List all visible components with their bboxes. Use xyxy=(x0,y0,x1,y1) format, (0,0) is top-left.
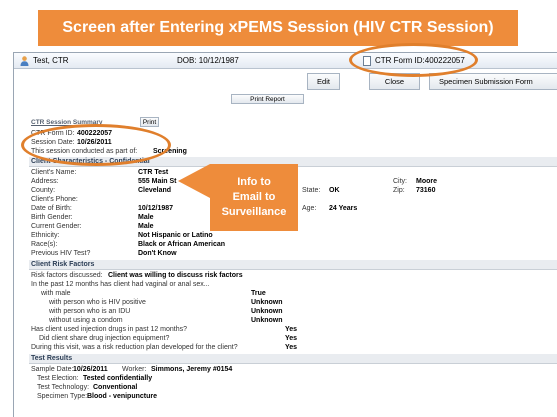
risk-discussed-value: Client was willing to discuss risk facto… xyxy=(108,272,243,279)
risk-plan-label: During this visit, was a risk reduction … xyxy=(31,344,238,351)
test-technology-label: Test Technology: xyxy=(37,384,90,391)
client-dob-value: 10/12/1987 xyxy=(138,205,174,212)
client-zip-value: 73160 xyxy=(416,187,436,194)
client-state-label: State: xyxy=(302,187,321,194)
slide-banner: Screen after Entering xPEMS Session (HIV… xyxy=(38,10,518,46)
client-phone-label: Client's Phone: xyxy=(31,196,78,203)
print-report-button[interactable]: Print Report xyxy=(231,94,304,104)
surveillance-callout: Info to Email to Surveillance xyxy=(210,164,298,231)
ethnicity-value: Not Hispanic or Latino xyxy=(138,232,213,239)
risk-hiv-positive-value: Unknown xyxy=(251,299,283,306)
risk-plan-value: Yes xyxy=(285,344,298,351)
risk-idu-label: with person who is an IDU xyxy=(49,308,131,315)
risk-condom-label: without using a condom xyxy=(49,317,123,324)
risk-with-male-value: True xyxy=(251,290,266,297)
risk-hiv-positive-row: with person who is HIV positive Unknown xyxy=(31,298,331,307)
client-age-label: Age: xyxy=(302,205,317,212)
client-risk-factors-header: Client Risk Factors xyxy=(29,260,557,270)
birth-gender-value: Male xyxy=(138,214,154,221)
test-technology-value: Conventional xyxy=(93,384,138,391)
risk-injection-row: Has client used injection drugs in past … xyxy=(31,325,331,334)
client-dob-label: Date of Birth: xyxy=(31,205,72,212)
client-city-value: Moore xyxy=(416,178,437,185)
risk-injection-label: Has client used injection drugs in past … xyxy=(31,326,188,333)
callout-arrow-shape xyxy=(178,164,210,198)
client-county-label: County: xyxy=(31,187,56,194)
callout-line-3: Surveillance xyxy=(221,206,287,218)
client-address-label: Address: xyxy=(31,178,59,185)
risk-plan-row: During this visit, was a risk reduction … xyxy=(31,343,331,352)
xpems-window: Test, CTR DOB: 10/12/1987 CTR Form ID:40… xyxy=(13,52,557,417)
current-gender-value: Male xyxy=(138,223,154,230)
risk-injection-value: Yes xyxy=(285,326,298,333)
risk-condom-row: without using a condom Unknown xyxy=(31,316,331,325)
banner-title: Screen after Entering xPEMS Session (HIV… xyxy=(62,19,494,36)
risk-idu-value: Unknown xyxy=(251,308,283,315)
race-label: Race(s): xyxy=(31,241,58,248)
callout-line-1: Info to xyxy=(237,176,271,188)
client-county-value: Cleveland xyxy=(138,187,172,194)
sample-date-label: Sample Date: xyxy=(31,366,74,373)
client-name-value: CTR Test xyxy=(138,169,169,176)
previous-test-value: Don't Know xyxy=(138,250,177,257)
worker-value: Simmons, Jeremy #0154 xyxy=(151,366,233,373)
ethnicity-label: Ethnicity: xyxy=(31,232,60,239)
client-city-label: City: xyxy=(393,178,407,185)
risk-idu-row: with person who is an IDU Unknown xyxy=(31,307,331,316)
risk-with-male-label: with male xyxy=(41,290,71,297)
risk-share-row: Did client share drug injection equipmen… xyxy=(31,334,331,343)
form-id-highlight-ring xyxy=(349,43,478,77)
person-icon xyxy=(20,56,29,66)
risk-share-value: Yes xyxy=(285,335,298,342)
sample-date-value: 10/26/2011 xyxy=(73,366,108,373)
client-address-value: 555 Main St xyxy=(138,178,177,185)
current-gender-label: Current Gender: xyxy=(31,223,82,230)
test-results-header: Test Results xyxy=(29,354,557,364)
client-name-title: Test, CTR xyxy=(33,56,69,65)
risk-discussed-label: Risk factors discussed: xyxy=(31,272,103,279)
client-dob-title: DOB: 10/12/1987 xyxy=(177,56,239,65)
test-election-label: Test Election: xyxy=(37,375,79,382)
print-button[interactable]: Print xyxy=(140,117,159,127)
risk-condom-value: Unknown xyxy=(251,317,283,324)
birth-gender-label: Birth Gender: xyxy=(31,214,73,221)
specimen-submission-form-button[interactable]: Specimen Submission Form xyxy=(429,73,557,90)
summary-highlight-ring xyxy=(21,124,171,166)
risk-share-label: Did client share drug injection equipmen… xyxy=(39,335,170,342)
risk-hiv-positive-label: with person who is HIV positive xyxy=(49,299,146,306)
client-state-value: OK xyxy=(329,187,340,194)
client-name-label: Client's Name: xyxy=(31,169,77,176)
callout-line-2: Email to xyxy=(232,191,276,203)
specimen-type-value: Blood - venipuncture xyxy=(87,393,157,400)
specimen-type-label: Specimen Type: xyxy=(37,393,88,400)
previous-test-label: Previous HIV Test? xyxy=(31,250,91,257)
risk-with-male-row: with male True xyxy=(31,289,331,298)
risk-past12-text: In the past 12 months has client had vag… xyxy=(31,281,210,288)
edit-button[interactable]: Edit xyxy=(307,73,340,90)
race-value: Black or African American xyxy=(138,241,226,248)
test-election-value: Tested confidentially xyxy=(83,375,153,382)
worker-label: Worker: xyxy=(122,366,147,373)
client-age-value: 24 Years xyxy=(329,205,358,212)
client-zip-label: Zip: xyxy=(393,187,405,194)
